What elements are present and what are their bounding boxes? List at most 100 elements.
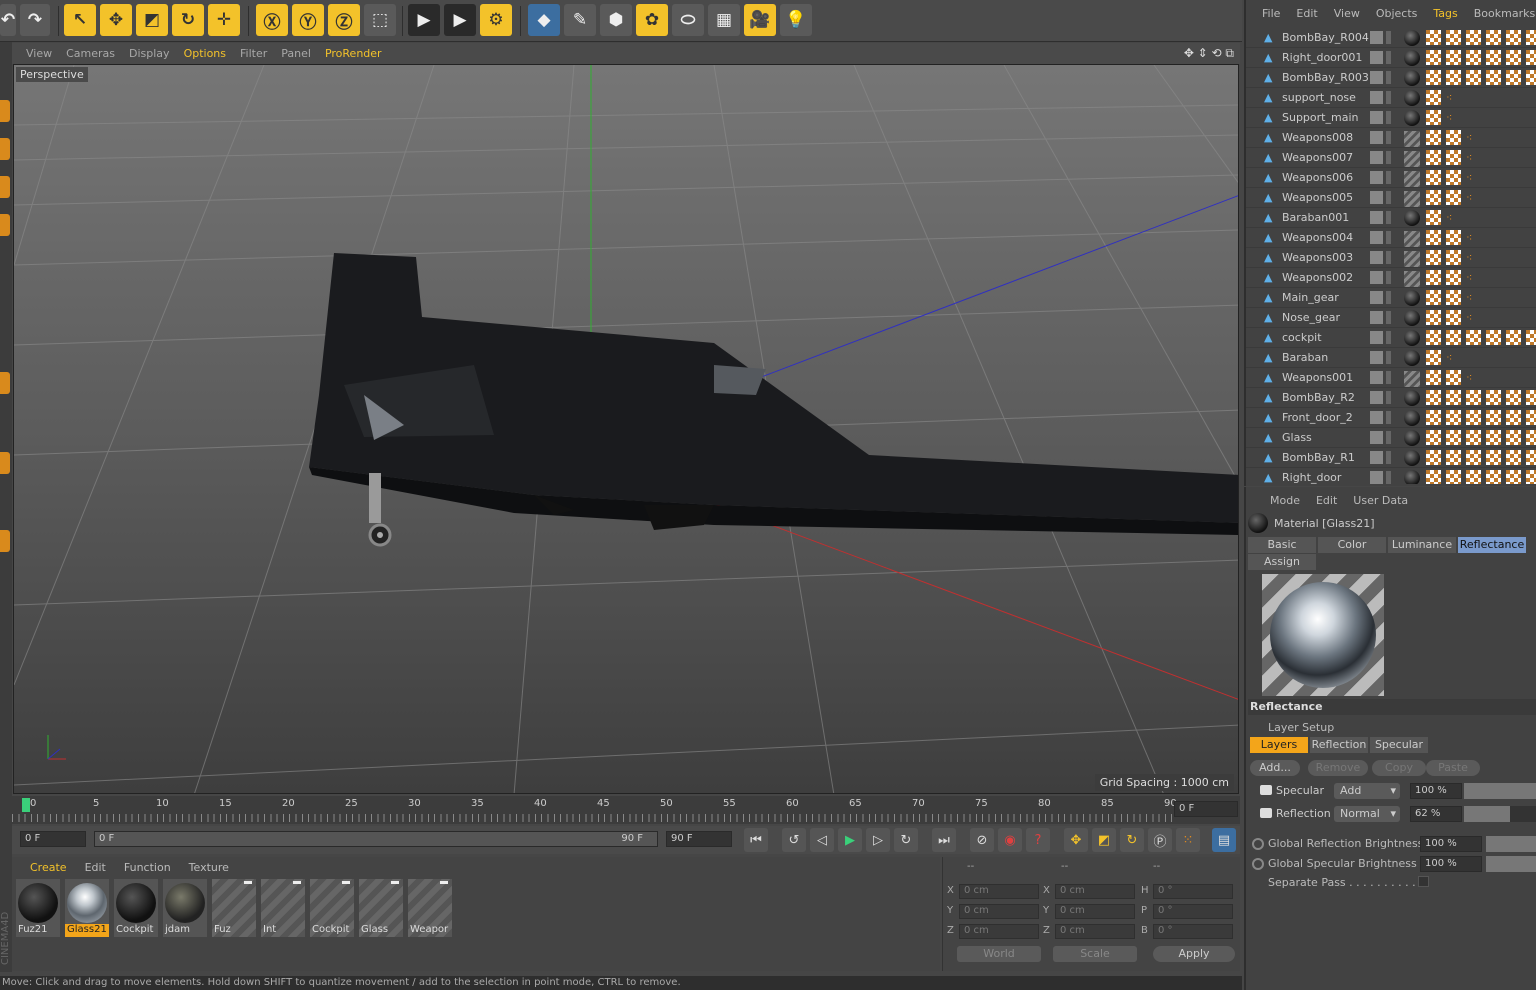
texture-tag-icon[interactable] [1426, 470, 1441, 484]
coord-field[interactable]: 0 cm [1055, 904, 1135, 919]
material-tag-icon[interactable] [1404, 70, 1420, 86]
undo-icon[interactable]: ↶ [0, 4, 16, 36]
global-specular-field[interactable]: 100 % [1420, 856, 1482, 872]
material-tag-icon[interactable] [1404, 330, 1420, 346]
object-row[interactable]: ▲ Baraban001 ⁖ [1246, 208, 1536, 228]
visibility-toggle[interactable] [1370, 171, 1383, 184]
layer-blend-mode-select[interactable]: Add ▾ [1334, 783, 1400, 799]
render-toggle[interactable] [1386, 251, 1391, 264]
workplane-icon[interactable] [0, 530, 10, 552]
snap-icon[interactable] [0, 452, 10, 474]
material-tag-icon[interactable] [1404, 271, 1420, 287]
coord-field[interactable]: 0 ° [1153, 924, 1233, 939]
material-tag-icon[interactable] [1404, 110, 1420, 126]
material-swatch[interactable]: Int [261, 879, 305, 937]
global-reflection-field[interactable]: 100 % [1420, 836, 1482, 852]
range-slider[interactable]: 0 F 90 F [94, 831, 658, 847]
render-toggle[interactable] [1386, 271, 1391, 284]
texture-tag-icon[interactable] [1426, 110, 1441, 125]
texture-tag-icon[interactable] [1486, 30, 1501, 45]
copy-layer-button[interactable]: Copy [1372, 760, 1426, 776]
texture-tag-icon[interactable] [1466, 70, 1481, 85]
go-to-start-icon[interactable]: ⏮ [744, 828, 768, 852]
object-row[interactable]: ▲ Weapons001 ⁖ [1246, 368, 1536, 388]
render-toggle[interactable] [1386, 191, 1391, 204]
cube-object-icon[interactable]: ◆ [528, 4, 560, 36]
coord-field[interactable]: 0 ° [1153, 884, 1233, 899]
texture-tag-icon[interactable] [1446, 450, 1461, 465]
object-row[interactable]: ▲ Weapons008 ⁖ [1246, 128, 1536, 148]
menu-cameras[interactable]: Cameras [66, 47, 115, 60]
texture-tag-icon[interactable] [1426, 310, 1441, 325]
menu-edit[interactable]: Edit [85, 861, 106, 874]
texture-tag-icon[interactable] [1426, 70, 1441, 85]
separate-pass-checkbox[interactable] [1418, 876, 1429, 887]
render-picture-viewer-icon[interactable]: ▶ [444, 4, 476, 36]
subtab-layers[interactable]: Layers [1250, 737, 1308, 753]
texture-tag-icon[interactable] [1486, 50, 1501, 65]
texture-tag-icon[interactable] [1506, 330, 1521, 345]
menu-view[interactable]: View [1334, 7, 1360, 20]
selection-tag-icon[interactable]: ⁖ [1466, 251, 1478, 265]
render-toggle[interactable] [1386, 291, 1391, 304]
menu-edit[interactable]: Edit [1296, 7, 1317, 20]
subdivision-icon[interactable]: ⬢ [600, 4, 632, 36]
subtab-reflection[interactable]: Reflection [1310, 737, 1368, 753]
material-swatch[interactable]: Glass [359, 879, 403, 937]
tab-color[interactable]: Color [1318, 537, 1386, 553]
material-tag-icon[interactable] [1404, 210, 1420, 226]
visibility-toggle[interactable] [1370, 351, 1383, 364]
texture-tag-icon[interactable] [1466, 330, 1481, 345]
texture-tag-icon[interactable] [1446, 230, 1461, 245]
texture-tag-icon[interactable] [1466, 470, 1481, 484]
menu-create[interactable]: Create [30, 861, 67, 874]
material-tag-icon[interactable] [1404, 410, 1420, 426]
texture-tag-icon[interactable] [1426, 370, 1441, 385]
texture-tag-icon[interactable] [1506, 430, 1521, 445]
apply-button[interactable]: Apply [1153, 946, 1235, 962]
texture-tag-icon[interactable] [1486, 430, 1501, 445]
texture-tag-icon[interactable] [1426, 210, 1441, 225]
render-toggle[interactable] [1386, 91, 1391, 104]
texture-tag-icon[interactable] [1426, 330, 1441, 345]
visibility-toggle[interactable] [1370, 111, 1383, 124]
layer-blend-mode-select[interactable]: Normal ▾ [1334, 806, 1400, 822]
material-tag-icon[interactable] [1404, 290, 1420, 306]
material-swatch[interactable]: Weapor [408, 879, 452, 937]
texture-tag-icon[interactable] [1466, 390, 1481, 405]
texture-tag-icon[interactable] [1426, 350, 1441, 365]
next-frame-icon[interactable]: ▷ [866, 828, 890, 852]
texture-tag-icon[interactable] [1486, 450, 1501, 465]
object-row[interactable]: ▲ Weapons007 ⁖ [1246, 148, 1536, 168]
key-position-icon[interactable]: ✥ [1064, 828, 1088, 852]
visibility-toggle[interactable] [1370, 391, 1383, 404]
auto-key-icon[interactable]: ? [1026, 828, 1050, 852]
texture-tag-icon[interactable] [1446, 290, 1461, 305]
coordinate-system-icon[interactable]: ⬚ [364, 4, 396, 36]
texture-tag-icon[interactable] [1426, 410, 1441, 425]
visibility-toggle[interactable] [1370, 131, 1383, 144]
coord-field[interactable]: 0 cm [959, 904, 1039, 919]
record-off-icon[interactable]: ⊘ [970, 828, 994, 852]
material-tag-icon[interactable] [1404, 350, 1420, 366]
object-row[interactable]: ▲ BombBay_R004 [1246, 28, 1536, 48]
polygons-mode-icon[interactable] [0, 372, 10, 394]
key-scale-icon[interactable]: ◩ [1092, 828, 1116, 852]
floor-icon[interactable]: ▦ [708, 4, 740, 36]
texture-tag-icon[interactable] [1526, 390, 1536, 405]
key-rotation-icon[interactable]: ↻ [1120, 828, 1144, 852]
selection-tag-icon[interactable]: ⁖ [1466, 291, 1478, 305]
render-toggle[interactable] [1386, 231, 1391, 244]
menu-texture[interactable]: Texture [189, 861, 229, 874]
current-frame-field[interactable]: 0 F [1174, 801, 1238, 817]
material-swatch[interactable]: Cockpit [310, 879, 354, 937]
visibility-toggle[interactable] [1370, 431, 1383, 444]
object-row[interactable]: ▲ Weapons004 ⁖ [1246, 228, 1536, 248]
material-tag-icon[interactable] [1404, 310, 1420, 326]
texture-tag-icon[interactable] [1466, 430, 1481, 445]
render-toggle[interactable] [1386, 391, 1391, 404]
coord-field[interactable]: 0 cm [959, 884, 1039, 899]
texture-tag-icon[interactable] [1526, 430, 1536, 445]
texture-tag-icon[interactable] [1446, 410, 1461, 425]
tab-basic[interactable]: Basic [1248, 537, 1316, 553]
